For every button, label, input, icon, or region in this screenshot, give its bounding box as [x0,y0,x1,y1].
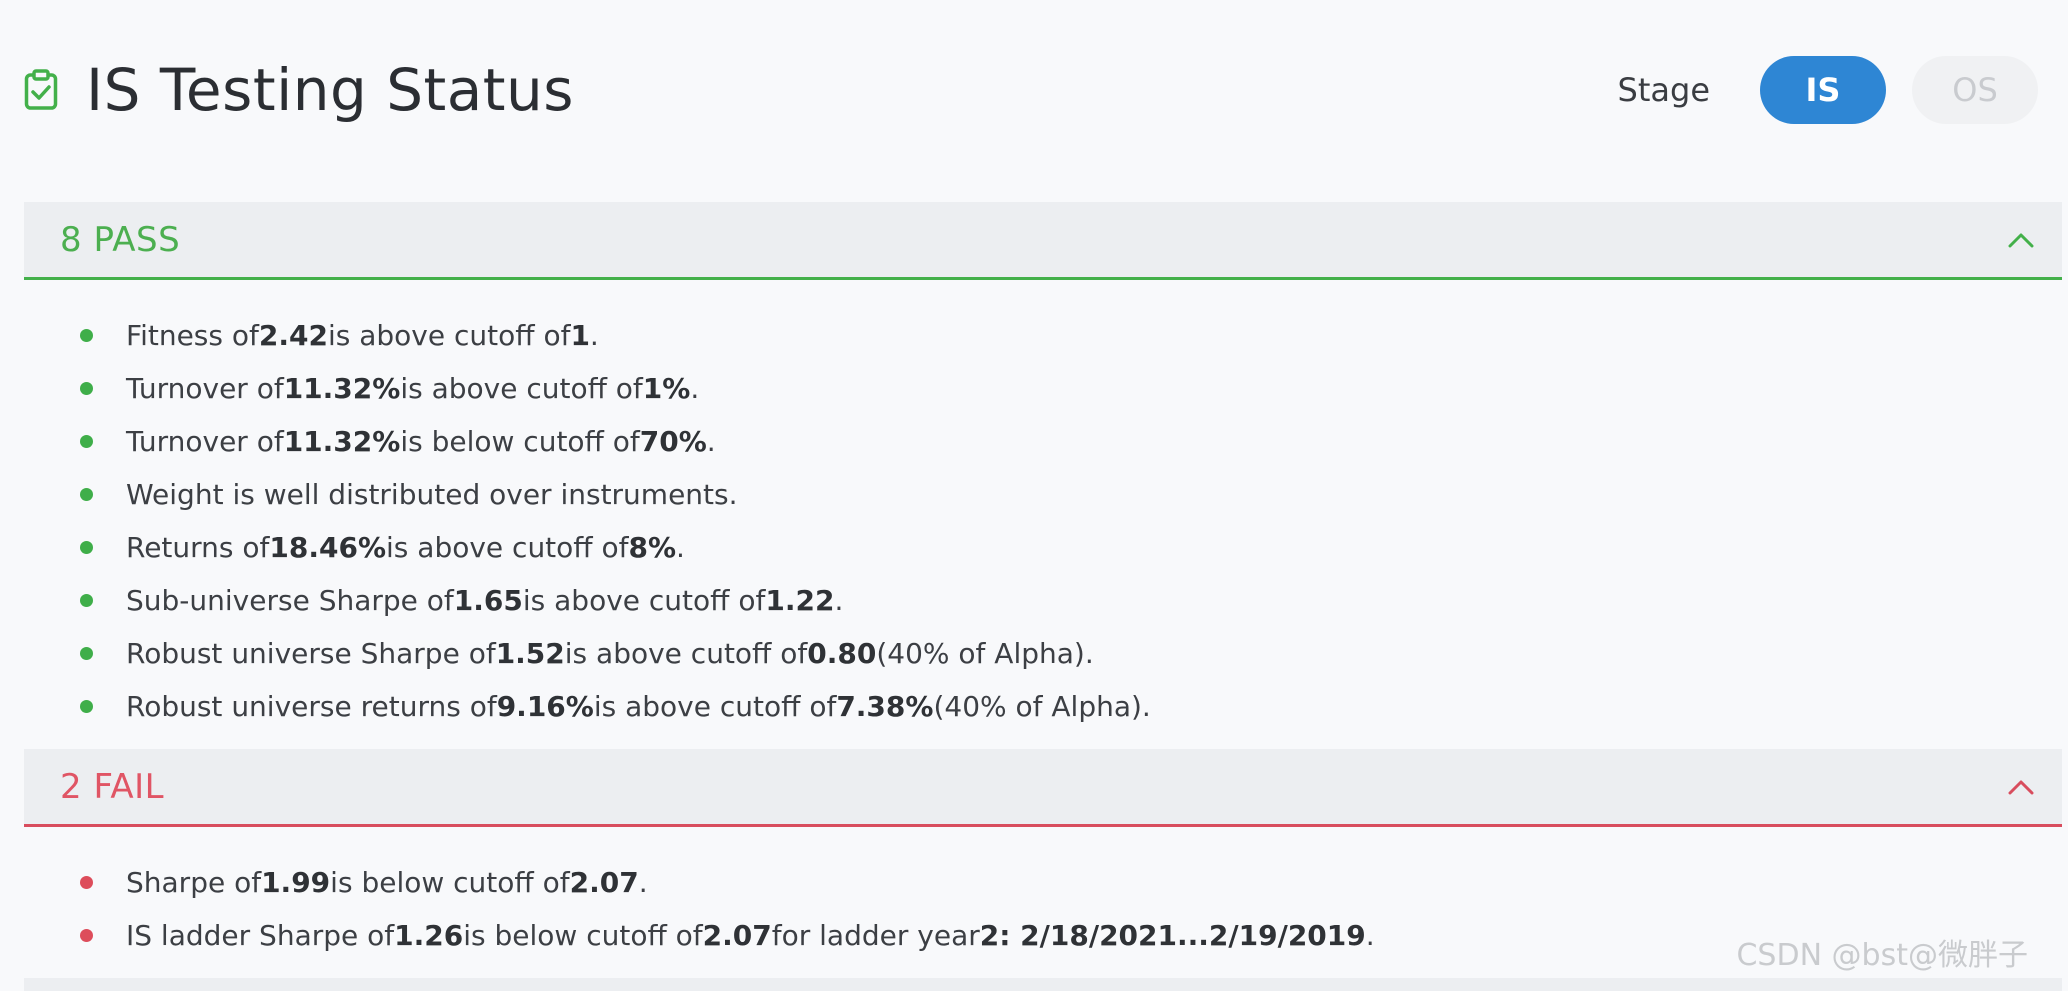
pass-count-label: 8 PASS [60,219,181,260]
pass-bullet-icon [80,593,93,607]
stage-is-button[interactable]: IS [1760,56,1886,124]
item-text: Sharpe of [126,866,262,899]
page-title: IS Testing Status [86,56,575,124]
metric-value: 1.65 [453,584,523,617]
item-text: . [638,866,648,899]
metric-value: 0.80 [807,637,877,670]
metric-value: 1 [570,319,590,352]
metric-value: 1% [642,372,691,405]
next-section-header [24,978,2062,991]
pass-bullet-icon [80,487,93,501]
pass-test-item: Weight is well distributed over instrume… [0,468,2068,521]
item-text: Returns of [126,531,270,564]
metric-value: 2.07 [702,919,772,952]
stage-selector: Stage IS OS [1618,40,2038,140]
item-text: (40% of Alpha). [933,690,1151,723]
item-text: is below cutoff of [400,425,640,458]
metric-value: 2.42 [258,319,328,352]
fail-test-item: Sharpe of 1.99 is below cutoff of 2.07. [0,856,2068,909]
fail-bullet-icon [80,875,93,889]
item-text: Robust universe Sharpe of [126,637,496,670]
pass-test-item: Returns of 18.46% is above cutoff of 8%. [0,521,2068,574]
metric-value: 7.38% [836,690,934,723]
pass-test-item: Turnover of 11.32% is below cutoff of 70… [0,415,2068,468]
fail-bullet-icon [80,928,93,942]
metric-value: 8% [628,531,677,564]
fail-section-header[interactable]: 2 FAIL [24,749,2062,827]
item-text: Turnover of [126,425,284,458]
item-text: . [589,319,599,352]
item-text: is above cutoff of [327,319,571,352]
metric-value: 70% [639,425,707,458]
page-header: IS Testing Status Stage IS OS [24,40,2038,140]
metric-value: 11.32% [283,425,401,458]
item-text: is above cutoff of [593,690,837,723]
pass-test-item: Sub-universe Sharpe of 1.65 is above cut… [0,574,2068,627]
metric-value: 1.99 [261,866,331,899]
metric-value: 18.46% [269,531,387,564]
metric-value: 2.07 [569,866,639,899]
watermark: CSDN @bst@微胖子 [1736,938,2028,973]
pass-section-header[interactable]: 8 PASS [24,202,2062,280]
pass-bullet-icon [80,434,93,448]
pass-bullet-icon [80,328,93,342]
pass-test-item: Robust universe returns of 9.16% is abov… [0,680,2068,733]
item-text: . [706,425,716,458]
item-text: (40% of Alpha). [876,637,1094,670]
item-text: is below cutoff of [330,866,570,899]
pass-test-item: Turnover of 11.32% is above cutoff of 1%… [0,362,2068,415]
item-text: Robust universe returns of [126,690,497,723]
item-text: is below cutoff of [463,919,703,952]
item-text: is above cutoff of [564,637,808,670]
metric-value: 1.26 [394,919,464,952]
item-text: . [834,584,844,617]
stage-os-button[interactable]: OS [1912,56,2038,124]
pass-bullet-icon [80,540,93,554]
chevron-up-icon[interactable] [2008,232,2034,248]
item-text: is above cutoff of [386,531,629,564]
item-text: is above cutoff of [522,584,766,617]
pass-bullet-icon [80,646,93,660]
pass-list: Fitness of 2.42 is above cutoff of 1. Tur… [0,309,2068,733]
item-text: for ladder year [771,919,980,952]
item-text: . [690,372,700,405]
clipboard-check-icon [24,67,66,113]
pass-bullet-icon [80,381,93,395]
metric-value: 1.22 [765,584,835,617]
item-text: . [676,531,685,564]
item-text: Sub-universe Sharpe of [126,584,454,617]
item-text: IS ladder Sharpe of [126,919,395,952]
item-text: Fitness of [126,319,259,352]
pass-test-item: Robust universe Sharpe of 1.52 is above … [0,627,2068,680]
metric-value: 11.32% [283,372,401,405]
item-text: . [1365,919,1375,952]
metric-value: 9.16% [496,690,594,723]
metric-value: 2: 2/18/2021...2/19/2019 [979,919,1366,952]
item-text: Weight is well distributed over instrume… [126,478,738,511]
pass-test-item: Fitness of 2.42 is above cutoff of 1. [0,309,2068,362]
stage-label: Stage [1617,71,1710,109]
chevron-up-icon[interactable] [2008,779,2034,795]
fail-count-label: 2 FAIL [60,766,165,807]
item-text: Turnover of [126,372,284,405]
metric-value: 1.52 [495,637,565,670]
item-text: is above cutoff of [400,372,643,405]
pass-bullet-icon [80,699,93,713]
